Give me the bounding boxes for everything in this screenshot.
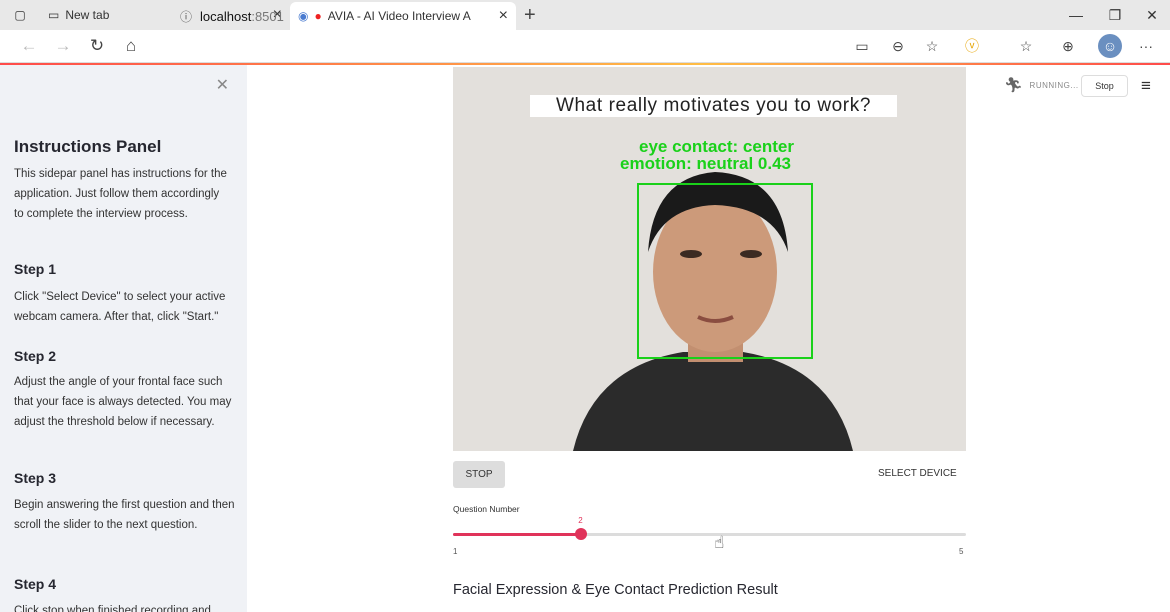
home-icon[interactable]: ⌂: [116, 31, 146, 61]
back-icon[interactable]: ←: [14, 31, 44, 61]
step-heading: Step 4: [14, 576, 57, 592]
browser-address-bar: ← → ↻ ⌂: [0, 30, 1170, 63]
running-person-icon: 🏃︎: [1004, 77, 1024, 94]
collections-icon[interactable]: ⊕: [1056, 34, 1080, 58]
webcam-video: What really motivates you to work? eye c…: [453, 67, 966, 451]
hand-cursor-icon: ☝︎: [714, 533, 725, 552]
sidebar-intro: This sidepar panel has instructions for …: [14, 168, 227, 220]
slider-max: 5: [959, 547, 964, 556]
stop-button[interactable]: STOP: [453, 461, 505, 488]
url-host: localhost: [200, 9, 252, 24]
refresh-icon[interactable]: ↻: [82, 31, 112, 61]
hamburger-menu-icon[interactable]: ≡: [1141, 76, 1151, 96]
slider-value: 2: [578, 516, 583, 525]
url-port: :8501: [251, 9, 284, 24]
slider-label: Question Number: [453, 504, 520, 514]
step-text: Adjust the angle of your frontal face su…: [14, 376, 232, 428]
window-close-icon[interactable]: ✕: [1134, 0, 1170, 30]
running-label: RUNNING...: [1029, 80, 1079, 90]
url-field[interactable]: ⓘ localhost:8501: [174, 4, 828, 29]
forward-icon[interactable]: →: [48, 31, 78, 61]
question-overlay: What really motivates you to work?: [530, 95, 897, 117]
step-text: Click stop when finished recording and: [14, 605, 211, 612]
step-text: Click "Select Device" to select your act…: [14, 291, 226, 323]
running-status: 🏃︎ RUNNING...: [1004, 76, 1079, 94]
page-icon: ▭: [48, 8, 60, 22]
step-heading: Step 1: [14, 261, 57, 277]
close-sidebar-icon[interactable]: ✕: [216, 75, 229, 95]
step-heading: Step 3: [14, 470, 57, 486]
restore-icon[interactable]: ❐: [1097, 0, 1133, 30]
tab-label: New tab: [65, 8, 110, 22]
favorite-add-icon[interactable]: ☆: [920, 34, 944, 58]
slider-thumb[interactable]: [575, 528, 588, 540]
tab-actions-icon[interactable]: ▢: [0, 0, 40, 30]
emotion-label: emotion: neutral 0.43: [620, 154, 791, 173]
profile-avatar[interactable]: ☺: [1098, 34, 1122, 58]
more-icon[interactable]: ···: [1134, 34, 1158, 58]
question-slider[interactable]: 2: [453, 516, 966, 540]
slider-fill: [453, 533, 582, 536]
stop-run-button[interactable]: Stop: [1081, 75, 1128, 97]
slider-min: 1: [453, 547, 458, 556]
step-heading: Step 2: [14, 348, 57, 364]
info-icon: ⓘ: [180, 10, 193, 24]
minimize-icon[interactable]: —: [1058, 0, 1094, 30]
face-detection-box: [637, 183, 813, 359]
step-text: Begin answering the first question and t…: [14, 499, 235, 531]
sidebar: ✕ Instructions Panel This sidepar panel …: [0, 65, 247, 612]
select-device-button[interactable]: SELECT DEVICE: [878, 468, 957, 479]
camera-icon[interactable]: ▭: [850, 34, 874, 58]
result-heading: Facial Expression & Eye Contact Predicti…: [453, 582, 778, 598]
favorites-icon[interactable]: ☆: [1014, 34, 1038, 58]
extension-icon[interactable]: ⓥ: [960, 34, 984, 58]
zoom-icon[interactable]: ⊖: [886, 34, 910, 58]
sidebar-title: Instructions Panel: [14, 137, 162, 156]
